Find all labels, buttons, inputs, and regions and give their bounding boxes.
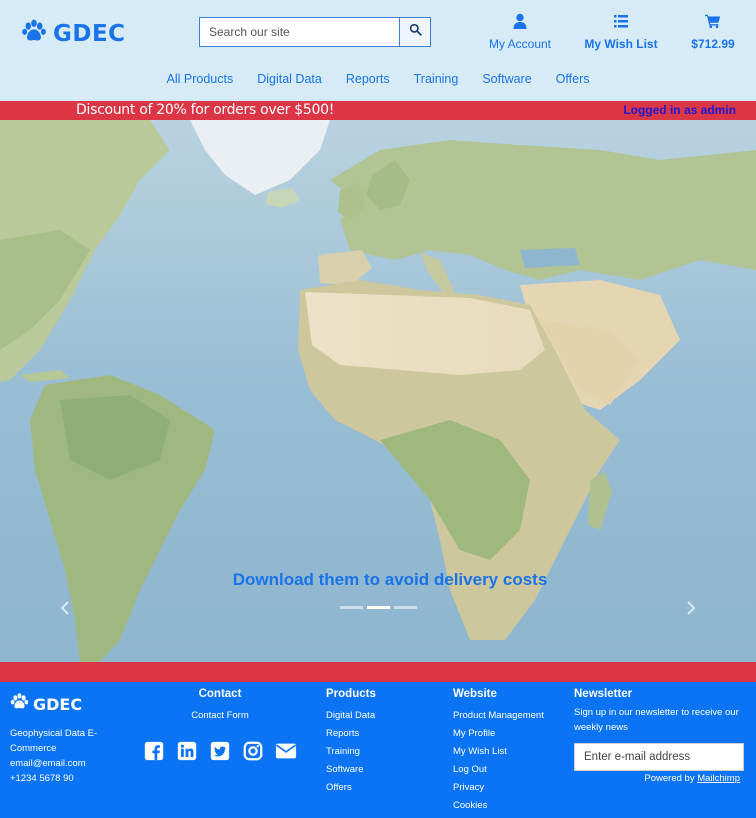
carousel-indicator[interactable]: [394, 606, 417, 609]
my-wish-list-label: My Wish List: [584, 37, 658, 51]
site-footer: GDEC Geophysical Data E-Commerce email@e…: [0, 682, 756, 818]
footer-link-log-out[interactable]: Log Out: [453, 761, 544, 779]
carousel-indicator[interactable]: [340, 606, 363, 609]
nav-digital-data[interactable]: Digital Data: [245, 72, 334, 86]
promo-bar: Discount of 20% for orders over $500! Lo…: [0, 101, 756, 120]
login-status: Logged in as admin: [623, 103, 736, 117]
company-info: Geophysical Data E-Commerce email@email.…: [10, 726, 125, 786]
carousel-prev-icon[interactable]: [58, 600, 72, 616]
my-account-label: My Account: [488, 37, 552, 51]
footer-contact-title: Contact: [198, 688, 242, 700]
paw-icon: [21, 18, 47, 49]
facebook-icon[interactable]: [142, 740, 166, 762]
my-wish-list-link[interactable]: My Wish List: [582, 13, 660, 51]
newsletter-description: Sign up in our newsletter to receive our…: [574, 707, 739, 733]
cart-link[interactable]: $712.99: [688, 13, 738, 51]
linkedin-icon[interactable]: [175, 740, 199, 762]
instagram-icon[interactable]: [241, 740, 265, 762]
search-icon: [409, 23, 422, 41]
envelope-icon[interactable]: [274, 740, 298, 762]
paw-icon: [10, 692, 29, 716]
footer-newsletter-column: Newsletter Sign up in our newsletter to …: [574, 688, 746, 784]
user-icon: [512, 13, 528, 37]
footer-logo-text: GDEC: [33, 694, 83, 714]
company-phone: +1234 5678 90: [10, 773, 74, 784]
footer-link-contact-form[interactable]: Contact Form: [175, 707, 265, 725]
my-account-link[interactable]: My Account: [487, 13, 553, 51]
footer-link-training[interactable]: Training: [326, 743, 376, 761]
newsletter-email-input[interactable]: [574, 743, 744, 771]
mailchimp-link[interactable]: Mailchimp: [697, 773, 740, 784]
promo-text: Discount of 20% for orders over $500!: [76, 102, 335, 118]
powered-by: Powered by Mailchimp: [574, 773, 746, 784]
footer-contact-column: Contact Contact Form: [175, 688, 265, 725]
nav-reports[interactable]: Reports: [334, 72, 402, 86]
powered-by-label: Powered by: [644, 773, 695, 784]
footer-newsletter-title: Newsletter: [574, 688, 633, 700]
cart-total: $712.99: [691, 37, 735, 51]
footer-link-privacy[interactable]: Privacy: [453, 779, 544, 797]
footer-link-offers[interactable]: Offers: [326, 779, 376, 797]
search-form: [199, 17, 431, 47]
footer-products-column: Products Digital Data Reports Training S…: [326, 688, 376, 797]
nav-offers[interactable]: Offers: [544, 72, 602, 86]
hero-carousel: Download them to avoid delivery costs: [0, 120, 756, 662]
site-header: GDEC My Account My Wish List $712.99 All…: [0, 0, 756, 101]
footer-products-title: Products: [326, 688, 376, 700]
nav-all-products[interactable]: All Products: [155, 72, 246, 86]
nav-training[interactable]: Training: [402, 72, 471, 86]
company-email[interactable]: email@email.com: [10, 756, 125, 771]
footer-link-reports[interactable]: Reports: [326, 725, 376, 743]
twitter-icon[interactable]: [208, 740, 232, 762]
carousel-indicators: [340, 606, 417, 609]
nav-software[interactable]: Software: [470, 72, 543, 86]
footer-link-digital-data[interactable]: Digital Data: [326, 707, 376, 725]
footer-top-bar: [0, 662, 756, 682]
shopping-cart-icon: [705, 13, 721, 37]
footer-link-my-profile[interactable]: My Profile: [453, 725, 544, 743]
social-links: [142, 740, 298, 762]
list-icon: [613, 13, 629, 37]
carousel-indicator-active[interactable]: [367, 606, 390, 609]
logo-text: GDEC: [53, 20, 126, 47]
footer-website-title: Website: [453, 688, 497, 700]
search-button[interactable]: [399, 17, 431, 47]
company-name: Geophysical Data E-Commerce: [10, 728, 98, 754]
footer-link-my-wish-list[interactable]: My Wish List: [453, 743, 544, 761]
footer-logo[interactable]: GDEC: [10, 692, 82, 716]
footer-link-cookies[interactable]: Cookies: [453, 797, 544, 815]
site-logo[interactable]: GDEC: [21, 18, 126, 49]
footer-website-column: Website Product Management My Profile My…: [453, 688, 544, 815]
search-input[interactable]: [199, 17, 399, 47]
footer-link-software[interactable]: Software: [326, 761, 376, 779]
carousel-next-icon[interactable]: [684, 600, 698, 616]
main-nav: All Products Digital Data Reports Traini…: [0, 72, 756, 86]
carousel-caption: Download them to avoid delivery costs: [232, 570, 548, 589]
footer-link-product-management[interactable]: Product Management: [453, 707, 544, 725]
